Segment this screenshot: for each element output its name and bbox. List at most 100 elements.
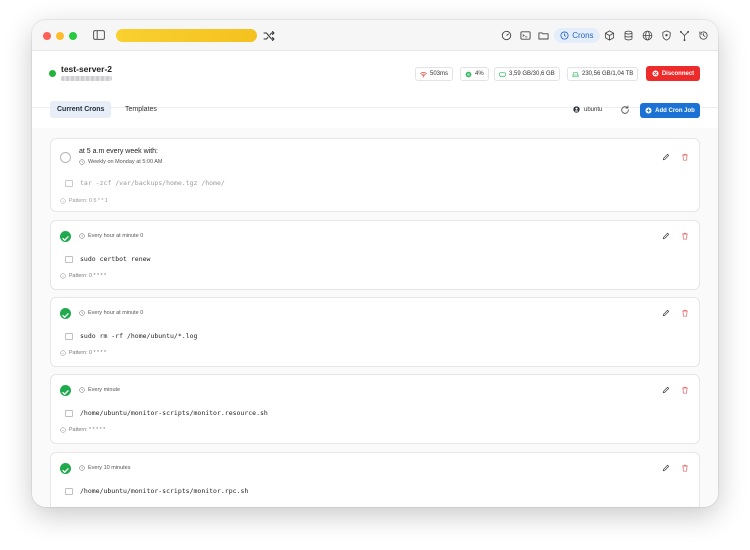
- info-icon: [60, 198, 66, 204]
- history-icon[interactable]: [695, 27, 712, 44]
- add-cron-job-label: Add Cron Job: [655, 107, 695, 114]
- check-icon: [62, 313, 69, 318]
- cron-schedule: Every hour at minute 0: [79, 233, 143, 239]
- trash-icon[interactable]: [681, 309, 689, 317]
- server-name: test-server-2: [61, 64, 113, 74]
- globe-icon[interactable]: [639, 27, 656, 44]
- memory-value: 3,59 GB/30,6 GB: [509, 71, 555, 77]
- cron-card: at 5 a.m every week with: Weekly on Mond…: [50, 138, 700, 212]
- close-circle-icon: [652, 70, 659, 77]
- cron-pattern: Pattern: 0 * * * *: [60, 273, 106, 279]
- trash-icon[interactable]: [681, 153, 689, 161]
- cron-card: Every hour at minute 0 sudo rm -rf /home…: [50, 297, 700, 367]
- cron-card: Every 10 minutes /home/ubuntu/monitor-sc…: [50, 452, 700, 507]
- sidebar-toggle-icon[interactable]: [93, 30, 105, 40]
- user-name: ubuntu: [584, 106, 603, 113]
- shield-icon[interactable]: [658, 27, 675, 44]
- cron-pattern-text: Pattern: 0 * * * *: [69, 350, 107, 356]
- tab-crons[interactable]: Crons: [554, 28, 600, 43]
- user-icon: [573, 106, 580, 113]
- app-window: Crons test-server-2 503ms 4% 3,59 GB/30,…: [32, 20, 718, 507]
- clock-icon: [79, 465, 85, 471]
- cron-command: tar -zcf /var/backups/home.tgz /home/: [65, 179, 225, 187]
- dashboard-icon[interactable]: [498, 27, 515, 44]
- connection-status-dot: [49, 70, 56, 77]
- add-cron-job-button[interactable]: Add Cron Job: [640, 103, 700, 118]
- clock-icon: [79, 387, 85, 393]
- zoom-window-button[interactable]: [69, 32, 77, 40]
- server-address-redacted: [61, 76, 112, 81]
- database-icon[interactable]: [620, 27, 637, 44]
- wifi-icon: [420, 71, 427, 77]
- cron-toggle-checkbox[interactable]: [60, 463, 71, 474]
- memory-icon: [499, 71, 506, 77]
- network-icon[interactable]: [676, 27, 693, 44]
- clock-icon: [79, 233, 85, 239]
- close-window-button[interactable]: [43, 32, 51, 40]
- cron-schedule-text: Every minute: [88, 387, 121, 393]
- terminal-icon: [65, 332, 73, 340]
- cron-pattern-text: Pattern: * * * * *: [69, 427, 106, 433]
- toolbar: Crons: [498, 25, 712, 46]
- cron-toggle-checkbox[interactable]: [60, 231, 71, 242]
- edit-icon[interactable]: [662, 386, 670, 394]
- cron-command-text: tar -zcf /var/backups/home.tgz /home/: [80, 179, 225, 187]
- edit-icon[interactable]: [662, 464, 670, 472]
- cpu-value: 4%: [475, 71, 484, 77]
- trash-icon[interactable]: [681, 232, 689, 240]
- minimize-window-button[interactable]: [56, 32, 64, 40]
- cron-schedule-text: Weekly on Monday at 5:00 AM: [88, 159, 163, 165]
- cron-command: sudo rm -rf /home/ubuntu/*.log: [65, 332, 197, 340]
- cron-command-text: sudo certbot renew: [80, 255, 151, 263]
- tab-templates[interactable]: Templates: [118, 101, 164, 118]
- info-icon: [60, 427, 66, 433]
- cron-command: /home/ubuntu/monitor-scripts/monitor.res…: [65, 409, 268, 417]
- shuffle-icon[interactable]: [263, 30, 275, 42]
- cron-pattern: Pattern: 0 5 * * 1: [60, 198, 108, 204]
- cron-toggle-checkbox[interactable]: [60, 152, 71, 163]
- server-tab-pill[interactable]: [116, 29, 257, 42]
- cron-toggle-checkbox[interactable]: [60, 308, 71, 319]
- user-chip[interactable]: ubuntu: [573, 106, 602, 113]
- cron-card: Every hour at minute 0 sudo certbot rene…: [50, 220, 700, 290]
- package-icon[interactable]: [602, 27, 619, 44]
- terminal-icon: [65, 179, 73, 187]
- tab-current-crons[interactable]: Current Crons: [50, 101, 112, 118]
- clock-icon: [79, 310, 85, 316]
- cpu-stat: 4%: [460, 67, 489, 81]
- cron-command: sudo certbot renew: [65, 255, 150, 263]
- trash-icon[interactable]: [681, 464, 689, 472]
- cron-pattern-text: Pattern: 0 * * * *: [69, 273, 107, 279]
- edit-icon[interactable]: [662, 309, 670, 317]
- terminal-icon[interactable]: [517, 27, 534, 44]
- memory-stat: 3,59 GB/30,6 GB: [494, 67, 560, 81]
- check-icon: [62, 390, 69, 395]
- cron-card: Every minute /home/ubuntu/monitor-script…: [50, 374, 700, 444]
- cron-title: at 5 a.m every week with:: [79, 148, 158, 155]
- cpu-icon: [465, 71, 472, 77]
- refresh-icon[interactable]: [620, 105, 630, 115]
- trash-icon[interactable]: [681, 386, 689, 394]
- cron-toggle-checkbox[interactable]: [60, 385, 71, 396]
- cron-schedule-text: Every 10 minutes: [88, 465, 131, 471]
- plus-circle-icon: [645, 107, 652, 114]
- clock-icon: [560, 31, 569, 40]
- disconnect-label: Disconnect: [661, 70, 695, 77]
- cron-schedule: Every 10 minutes: [79, 465, 131, 471]
- cron-schedule: Every minute: [79, 387, 120, 393]
- terminal-icon: [65, 487, 73, 495]
- title-bar: Crons: [32, 20, 718, 51]
- latency-stat: 503ms: [415, 67, 454, 81]
- cron-command-text: sudo rm -rf /home/ubuntu/*.log: [80, 332, 198, 340]
- info-icon: [60, 350, 66, 356]
- clock-icon: [79, 159, 85, 165]
- edit-icon[interactable]: [662, 153, 670, 161]
- disconnect-button[interactable]: Disconnect: [646, 66, 700, 81]
- cron-command: /home/ubuntu/monitor-scripts/monitor.rpc…: [65, 487, 248, 495]
- terminal-icon: [65, 409, 73, 417]
- folder-icon[interactable]: [535, 27, 552, 44]
- cron-list: at 5 a.m every week with: Weekly on Mond…: [32, 128, 718, 507]
- check-icon: [62, 236, 69, 241]
- edit-icon[interactable]: [662, 232, 670, 240]
- check-icon: [62, 468, 69, 473]
